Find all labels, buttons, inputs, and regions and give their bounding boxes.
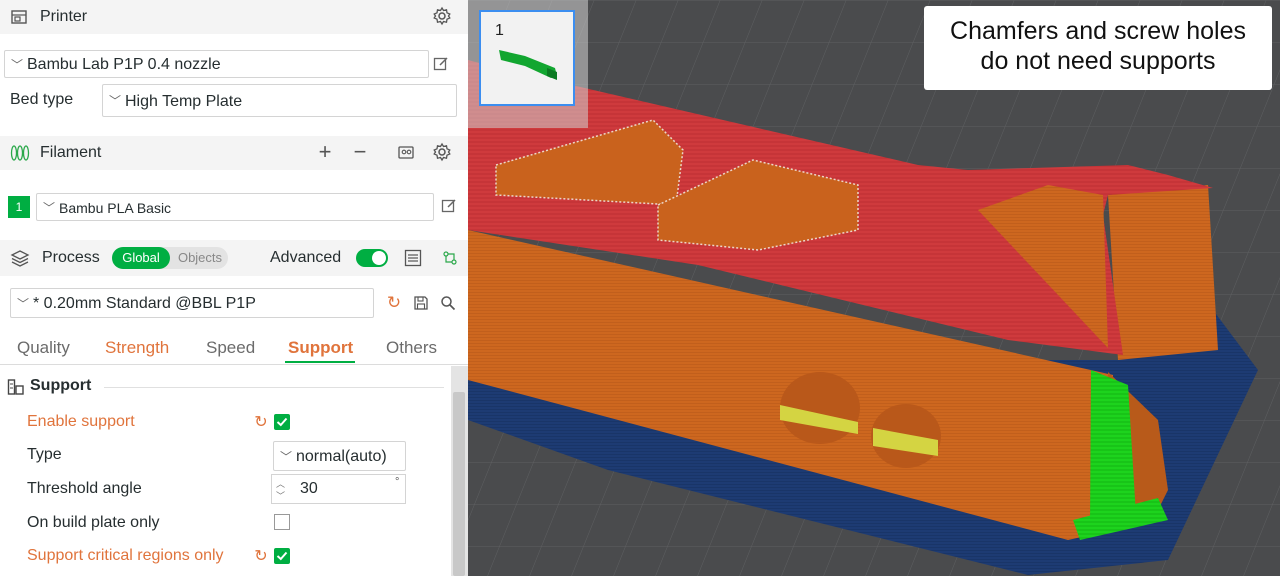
support-type-label: Type [27, 446, 62, 463]
filament-section-header: Filament + − [0, 136, 468, 170]
sync-filament-icon[interactable] [396, 142, 416, 162]
tab-strength[interactable]: Strength [105, 338, 169, 358]
support-section-divider [104, 387, 444, 388]
enable-support-label: Enable support [27, 413, 135, 430]
chevron-down-icon: ﹀ [43, 201, 56, 215]
support-type-select[interactable]: ﹀ normal(auto) [273, 441, 406, 471]
tab-others[interactable]: Others [386, 338, 437, 358]
chevron-down-icon: ﹀ [109, 94, 122, 108]
add-filament-icon[interactable]: + [315, 141, 335, 163]
printer-icon [9, 7, 29, 27]
advanced-switch-knob [372, 251, 386, 265]
edit-filament-icon[interactable] [440, 197, 458, 215]
annotation-line-2: do not need supports [980, 47, 1216, 75]
threshold-angle-value[interactable]: 30 [300, 480, 318, 498]
printer-preset-select[interactable]: ﹀ Bambu Lab P1P 0.4 nozzle [4, 50, 429, 78]
filament-slot-badge[interactable]: 1 [8, 196, 30, 218]
plate-thumbnail-model [499, 50, 557, 80]
global-toggle-option[interactable]: Global [112, 247, 170, 269]
process-layers-icon [9, 248, 31, 268]
build-plate-only-checkbox[interactable] [274, 514, 290, 530]
remove-filament-icon[interactable]: − [350, 141, 370, 163]
support-section-icon [6, 377, 26, 397]
reset-enable-support-icon[interactable]: ↻ [252, 413, 270, 431]
printer-settings-gear-icon[interactable] [431, 5, 453, 27]
annotation-box: Chamfers and screw holes do not need sup… [924, 6, 1272, 90]
chevron-down-icon: ﹀ [11, 58, 24, 72]
process-preset-select[interactable]: ﹀ * 0.20mm Standard @BBL P1P [10, 288, 374, 318]
critical-regions-label: Support critical regions only [27, 547, 224, 564]
printer-preset-value: Bambu Lab P1P 0.4 nozzle [27, 56, 221, 73]
advanced-label: Advanced [270, 249, 342, 266]
process-title: Process [42, 249, 100, 266]
save-preset-icon[interactable] [412, 294, 430, 312]
chevron-down-icon: ﹀ [17, 297, 30, 311]
settings-panel: Printer ﹀ Bambu Lab P1P 0.4 nozzle Bed t… [0, 0, 468, 576]
bed-type-value: High Temp Plate [125, 93, 243, 110]
filament-preset-value: Bambu PLA Basic [59, 200, 172, 216]
annotation-line-1: Chamfers and screw holes [950, 17, 1246, 45]
printer-section-header: Printer [0, 0, 468, 34]
search-icon[interactable] [439, 294, 457, 312]
process-preset-value: * 0.20mm Standard @BBL P1P [33, 295, 256, 312]
threshold-angle-label: Threshold angle [27, 480, 142, 497]
filament-settings-gear-icon[interactable] [431, 141, 453, 163]
tab-support[interactable]: Support [288, 338, 353, 358]
chevron-down-icon: ﹀ [280, 450, 293, 464]
advanced-switch[interactable] [356, 249, 388, 267]
active-tab-underline [285, 361, 355, 363]
reset-critical-regions-icon[interactable]: ↻ [252, 547, 270, 565]
reset-preset-icon[interactable]: ↻ [385, 293, 403, 312]
part-hook [1108, 185, 1218, 360]
plate-number: 1 [495, 22, 504, 39]
spinner-down-icon[interactable]: ﹀ [276, 489, 285, 502]
filament-icon [9, 143, 31, 163]
bed-type-select[interactable]: ﹀ High Temp Plate [102, 84, 457, 117]
settings-scrollbar-thumb[interactable] [453, 392, 465, 576]
threshold-angle-spinner[interactable]: ︿ ﹀ 30 ° [271, 474, 406, 504]
objects-toggle-option[interactable]: Objects [172, 247, 228, 269]
threshold-angle-unit: ° [395, 476, 400, 488]
list-view-icon[interactable] [403, 248, 423, 268]
critical-regions-checkbox[interactable] [274, 548, 290, 564]
global-objects-toggle[interactable]: Global Objects [112, 247, 228, 269]
filament-preset-select[interactable]: ﹀ Bambu PLA Basic [36, 193, 434, 221]
compare-presets-icon[interactable] [440, 248, 460, 268]
3d-viewport[interactable]: 1 Chamfers and screw holes do not need s… [468, 0, 1280, 576]
tab-speed[interactable]: Speed [206, 338, 255, 358]
tabs-divider [0, 364, 468, 365]
bed-type-label: Bed type [10, 91, 74, 108]
enable-support-checkbox[interactable] [274, 414, 290, 430]
filament-title: Filament [40, 144, 102, 161]
tab-quality[interactable]: Quality [17, 338, 70, 358]
support-type-value: normal(auto) [296, 448, 387, 465]
build-plate-only-label: On build plate only [27, 514, 160, 531]
process-section-header: Process Global Objects Advanced [0, 240, 468, 276]
plate-thumbnail[interactable]: 1 [479, 10, 575, 106]
support-section-title: Support [30, 377, 92, 394]
edit-printer-icon[interactable] [432, 55, 450, 73]
printer-title: Printer [40, 8, 88, 25]
